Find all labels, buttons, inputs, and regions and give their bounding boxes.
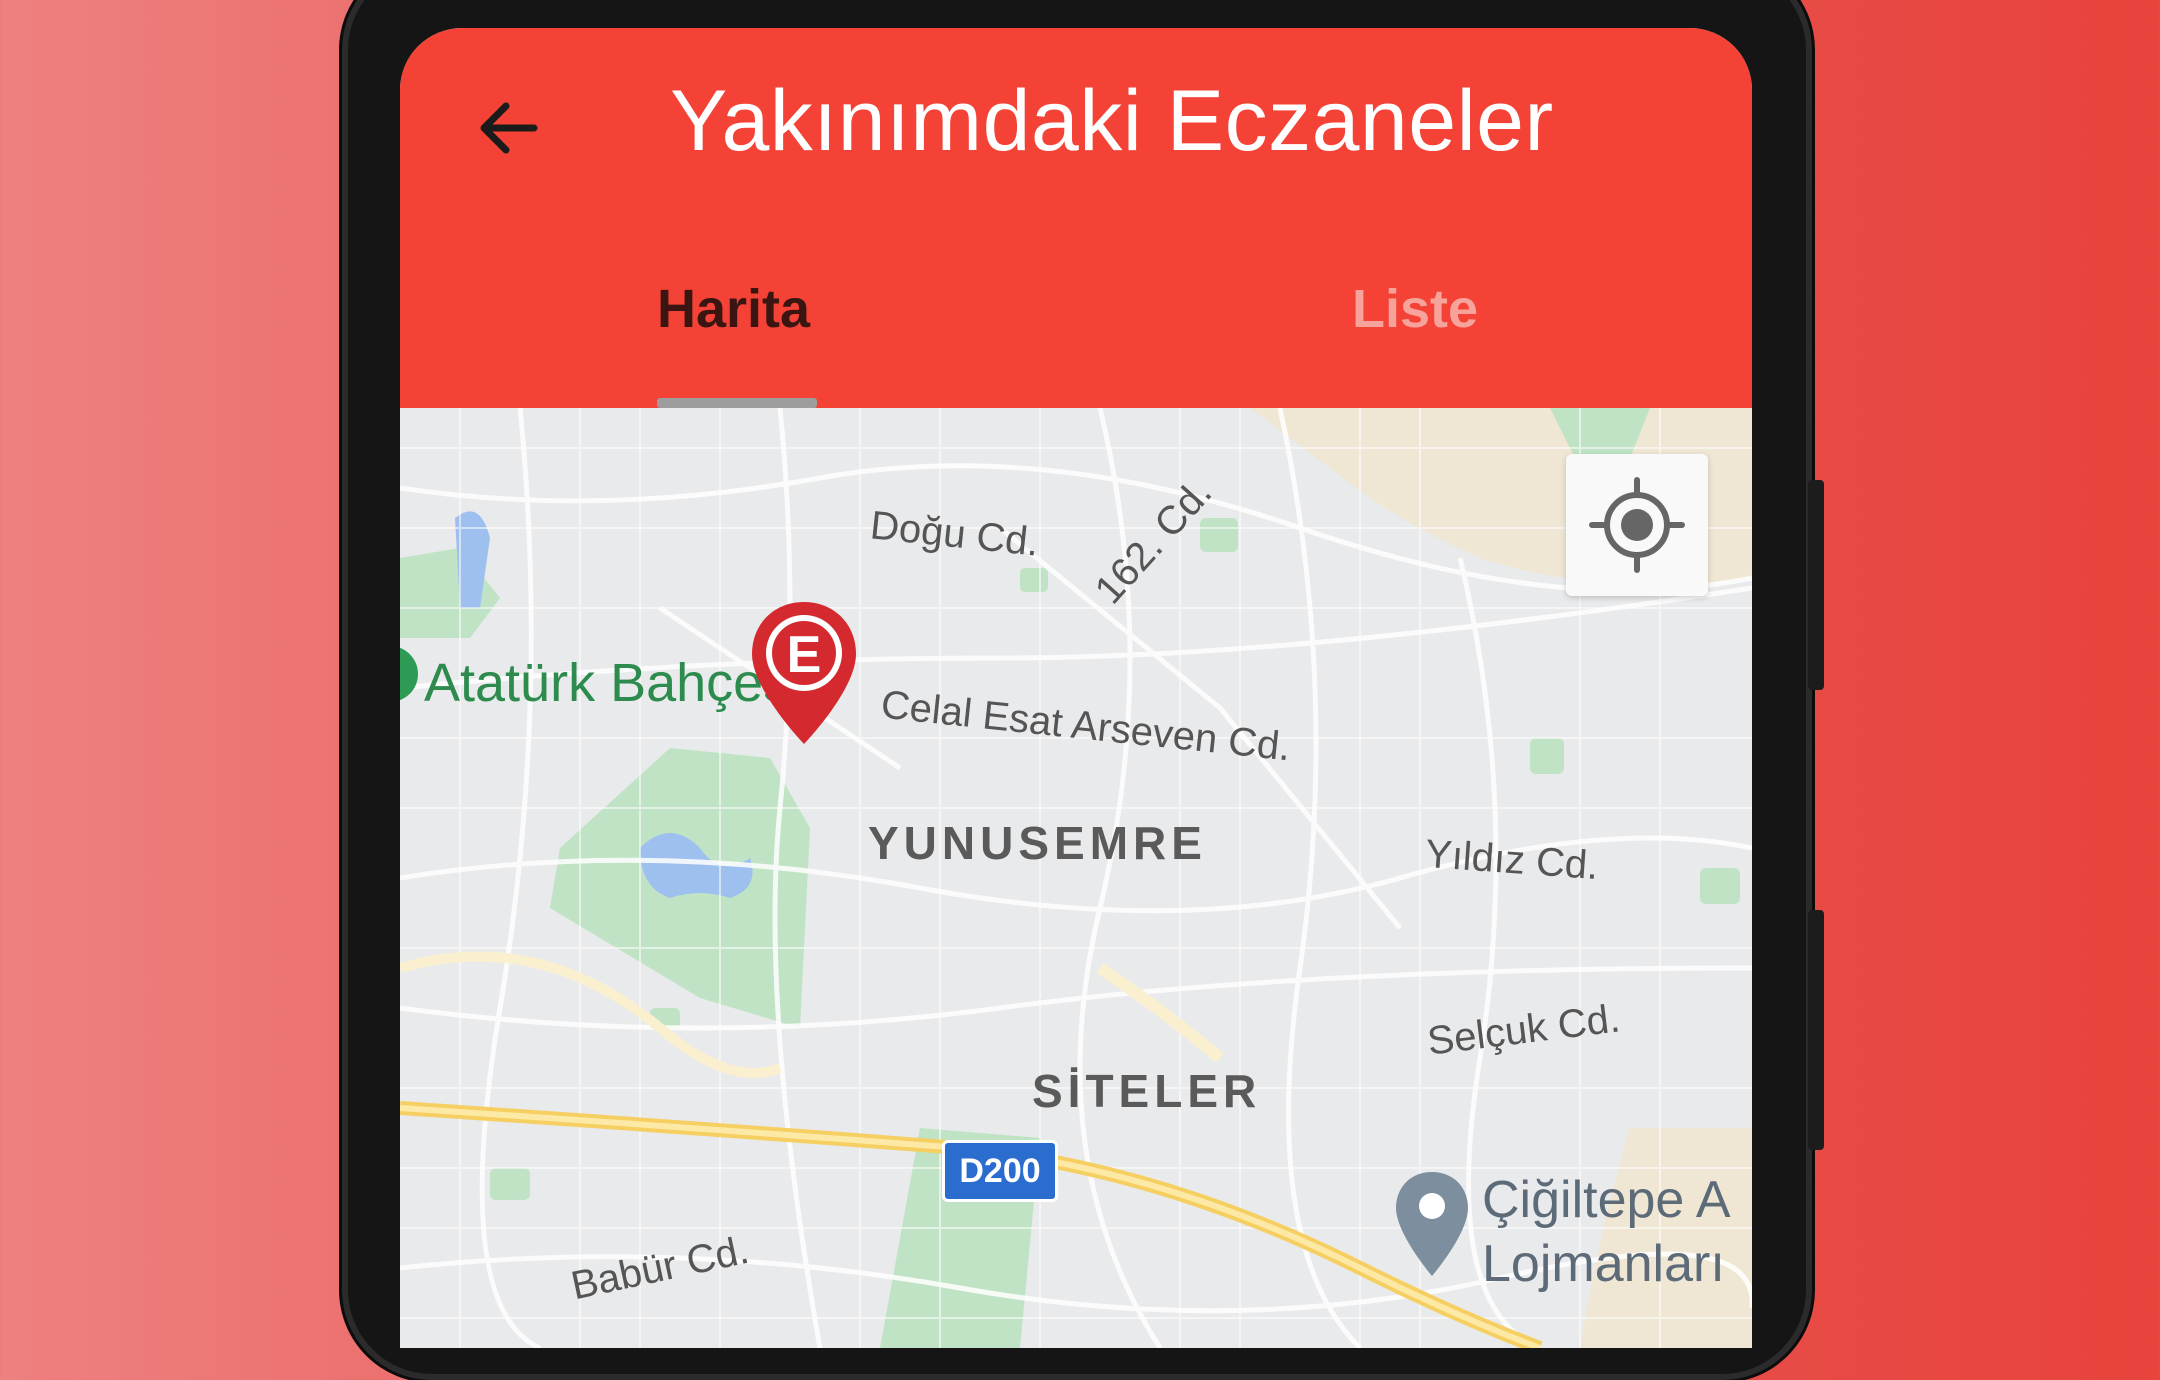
arrow-back-icon bbox=[480, 102, 538, 154]
place-label-line1: Çiğiltepe A bbox=[1482, 1171, 1731, 1229]
district-label: YUNUSEMRE bbox=[868, 817, 1207, 869]
phone-screen: Yakınımdaki Eczaneler Harita Liste Doğu … bbox=[400, 28, 1752, 1348]
place-label-line2: Lojmanları bbox=[1482, 1235, 1725, 1293]
back-button[interactable] bbox=[468, 88, 548, 168]
app-bar: Yakınımdaki Eczaneler Harita Liste bbox=[400, 28, 1752, 408]
power-button bbox=[1808, 910, 1824, 1150]
tab-map[interactable]: Harita bbox=[657, 278, 810, 340]
map-view[interactable]: Doğu Cd. 162. Cd. Celal Esat Arseven Cd.… bbox=[400, 408, 1752, 1348]
my-location-button[interactable] bbox=[1566, 454, 1708, 596]
pharmacy-pin-icon[interactable]: E bbox=[748, 598, 860, 748]
volume-button bbox=[1808, 480, 1824, 690]
my-location-icon bbox=[1589, 477, 1685, 573]
park-label: Atatürk Bahçesi bbox=[424, 653, 803, 713]
tab-indicator bbox=[657, 398, 817, 408]
tab-list[interactable]: Liste bbox=[1352, 278, 1478, 340]
pharmacy-marker-letter: E bbox=[787, 626, 822, 684]
place-pin-icon[interactable] bbox=[1392, 1168, 1472, 1280]
highway-shield: D200 bbox=[942, 1140, 1058, 1202]
page-title: Yakınımdaki Eczaneler bbox=[670, 73, 1554, 169]
district-label: SİTELER bbox=[1032, 1065, 1262, 1117]
